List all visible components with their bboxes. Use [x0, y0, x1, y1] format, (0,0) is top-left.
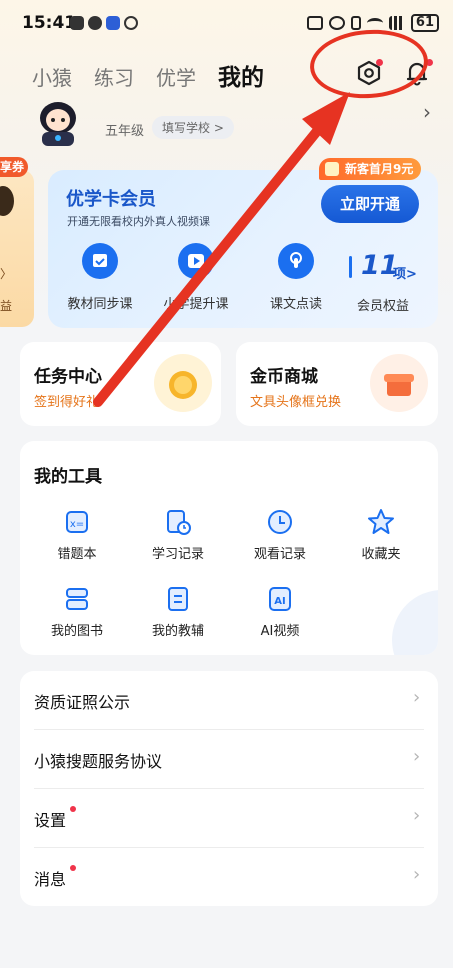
tool-my-books[interactable]: 我的图书 [27, 584, 127, 639]
books-icon [62, 584, 92, 614]
feature-label: 教材同步课 [67, 297, 133, 312]
coin-mall-title: 金币商城 [250, 367, 318, 387]
app-icon [88, 16, 102, 30]
chevron-right-icon: › [413, 687, 421, 708]
tool-label: 观看记录 [253, 547, 306, 562]
calendar-check-icon [82, 243, 118, 279]
feature-label: 课文点读 [269, 297, 322, 312]
menu-item-label: 消息 [34, 870, 67, 889]
decoration [392, 590, 438, 655]
tab-xiaoyuan[interactable]: 小猿 [32, 62, 72, 91]
feature-label: 小学提升课 [163, 297, 229, 312]
eye-icon [124, 16, 138, 30]
promo-badge: 新客首月9元 [319, 158, 422, 180]
coupon-icon [325, 162, 339, 176]
menu-item-qualifications[interactable]: 资质证照公示 › [20, 671, 438, 729]
membership-subtitle: 开通无限看校内外真人视频课 [67, 215, 210, 228]
wifi-icon [366, 18, 383, 28]
feature-textbook-sync[interactable]: 教材同步课 [60, 243, 140, 312]
task-center-title: 任务中心 [34, 367, 102, 387]
clock-icon [265, 507, 295, 537]
tool-label: 我的图书 [50, 624, 103, 639]
chevron-right-icon: › [413, 805, 421, 826]
alarm-icon [328, 16, 345, 30]
top-nav: 小猿 练习 优学 我的 [32, 58, 264, 92]
star-icon [366, 507, 396, 537]
menu-item-service-agreement[interactable]: 小猿搜题服务协议 › [20, 730, 438, 788]
coupon-text: 〉 [0, 267, 13, 281]
tool-label: AI视频 [260, 624, 300, 639]
settings-badge-dot [70, 806, 76, 812]
tool-study-record[interactable]: 学习记录 [128, 507, 228, 562]
menu-item-label: 设置 [34, 811, 67, 830]
tool-watch-history[interactable]: 观看记录 [230, 507, 330, 562]
tool-label: 学习记录 [151, 547, 204, 562]
workbook-icon [163, 584, 193, 614]
tools-title: 我的工具 [34, 467, 102, 487]
notification-icon [70, 16, 84, 30]
benefit-unit[interactable]: 项> [393, 263, 417, 282]
grade-label: 五年级 [105, 124, 145, 139]
coupon-text: 益 [0, 299, 13, 313]
coin-mall-subtitle: 文具头像框兑换 [250, 395, 342, 410]
tool-label: 我的教辅 [151, 624, 204, 639]
coupon-badge: 享券 [0, 157, 28, 177]
avatar[interactable] [28, 98, 88, 146]
benefit-label[interactable]: 会员权益 [357, 295, 409, 314]
vibrate-icon [350, 16, 361, 30]
benefit-divider [349, 256, 352, 278]
tool-label: 收藏夹 [361, 547, 401, 562]
menu-item-label: 小猿搜题服务协议 [34, 752, 163, 771]
tool-my-workbooks[interactable]: 我的教辅 [128, 584, 228, 639]
gift-box-icon [370, 354, 428, 412]
status-time: 15:41 [22, 13, 77, 33]
profile-chevron-icon[interactable]: › [423, 100, 431, 124]
tab-practice[interactable]: 练习 [94, 62, 134, 91]
ai-video-icon: AI [265, 584, 295, 614]
app-icon [106, 16, 120, 30]
menu-item-messages[interactable]: 消息 › [20, 848, 438, 906]
tab-mine[interactable]: 我的 [218, 58, 264, 92]
fill-school-button[interactable]: 填写学校 > [152, 116, 234, 139]
tool-ai-video[interactable]: AI AI视频 [230, 584, 330, 639]
nfc-icon [306, 16, 323, 30]
menu-item-label: 资质证照公示 [34, 693, 131, 712]
coin-icon [154, 354, 212, 412]
svg-text:AI: AI [274, 596, 285, 607]
chevron-right-icon: › [413, 864, 421, 885]
study-record-icon [163, 507, 193, 537]
tool-wrong-questions[interactable]: x= 错题本 [27, 507, 127, 562]
tool-favorites[interactable]: 收藏夹 [331, 507, 431, 562]
chevron-right-icon: › [413, 746, 421, 767]
wrong-questions-icon: x= [62, 507, 92, 537]
promo-text: 新客首月9元 [345, 162, 414, 176]
battery-indicator: 61 [410, 14, 439, 32]
feature-text-reading[interactable]: 课文点读 [256, 243, 336, 312]
menu-item-settings[interactable]: 设置 › [20, 789, 438, 847]
svg-text:x=: x= [70, 519, 84, 530]
task-center-subtitle: 签到得好礼 [34, 395, 100, 410]
tool-label: 错题本 [57, 547, 97, 562]
messages-badge-dot [70, 865, 76, 871]
signal-icon [388, 16, 405, 30]
tap-icon [278, 243, 314, 279]
membership-title: 优学卡会员 [66, 189, 156, 210]
open-membership-button[interactable]: 立即开通 [321, 185, 419, 223]
feature-primary-improve[interactable]: 小学提升课 [156, 243, 236, 312]
play-icon [178, 243, 214, 279]
tab-youxue[interactable]: 优学 [156, 62, 196, 91]
